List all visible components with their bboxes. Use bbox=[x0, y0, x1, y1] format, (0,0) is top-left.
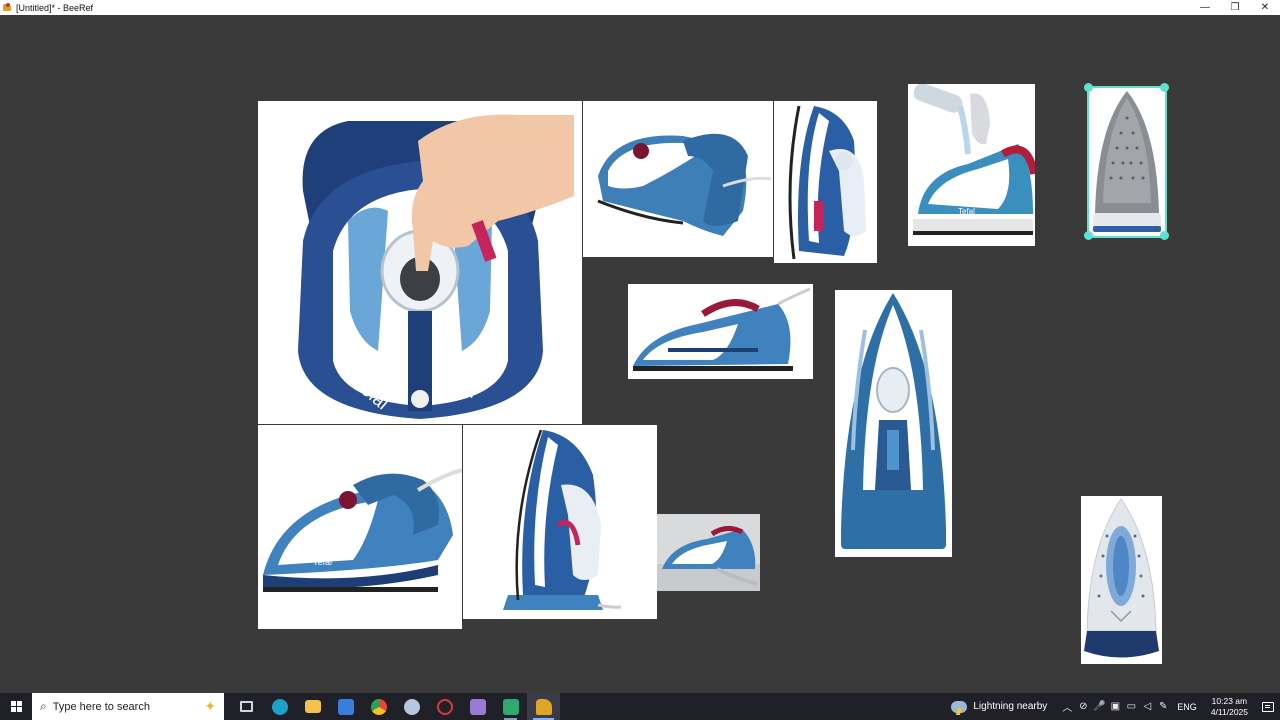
app-tool-button[interactable] bbox=[461, 693, 494, 720]
image-iron-standing[interactable] bbox=[463, 425, 657, 619]
edge-button[interactable] bbox=[263, 693, 296, 720]
image-iron-in-use[interactable] bbox=[657, 514, 760, 591]
network-icon[interactable]: ▭ bbox=[1123, 693, 1139, 720]
clock-date: 4/11/2025 bbox=[1210, 706, 1248, 717]
image-iron-soleplate-grey[interactable] bbox=[1087, 86, 1167, 238]
window-controls: — ❐ ✕ bbox=[1190, 0, 1280, 15]
store-icon bbox=[337, 698, 354, 715]
app-m-button[interactable] bbox=[494, 693, 527, 720]
minimize-button[interactable]: — bbox=[1190, 0, 1220, 15]
image-iron-angled-left[interactable] bbox=[583, 101, 773, 257]
close-button[interactable]: ✕ bbox=[1250, 0, 1280, 15]
pen-icon[interactable]: ✎ bbox=[1155, 693, 1171, 720]
start-button[interactable] bbox=[0, 693, 32, 720]
file-explorer-button[interactable] bbox=[296, 693, 329, 720]
search-placeholder: Type here to search bbox=[52, 700, 150, 713]
app-tool-icon bbox=[469, 698, 486, 715]
weather-text: Lightning nearby bbox=[973, 701, 1048, 712]
taskbar-search[interactable]: ⌕ Type here to search ✦ bbox=[32, 693, 224, 720]
notifications-button[interactable] bbox=[1256, 693, 1280, 720]
selection-handle-top-left[interactable] bbox=[1084, 83, 1093, 92]
svg-text:Tefal: Tefal bbox=[313, 557, 332, 567]
volume-icon[interactable]: ◁ bbox=[1139, 693, 1155, 720]
microphone-icon[interactable]: 🎤 bbox=[1091, 693, 1107, 720]
chrome-button[interactable] bbox=[362, 693, 395, 720]
display-icon[interactable]: ▣ bbox=[1107, 693, 1123, 720]
edge-icon bbox=[271, 698, 288, 715]
selection-handle-top-right[interactable] bbox=[1160, 83, 1169, 92]
title-bar: [Untitled]* - BeeRef — ❐ ✕ bbox=[0, 0, 1280, 15]
image-iron-perspective[interactable]: Tefal bbox=[258, 425, 462, 629]
steam-iron-image bbox=[657, 514, 760, 591]
steam-iron-image bbox=[628, 284, 813, 379]
file-explorer-icon bbox=[304, 700, 321, 713]
system-tray: Lightning nearby ︿ ⊘ 🎤 ▣ ▭ ◁ ✎ ENG 10:23… bbox=[951, 693, 1280, 720]
show-hidden-icons-chevron-up-icon[interactable]: ︿ bbox=[1059, 693, 1075, 720]
task-view-button[interactable] bbox=[230, 693, 263, 720]
weather-widget[interactable]: Lightning nearby bbox=[951, 700, 1048, 713]
beeref-icon bbox=[535, 698, 552, 715]
image-iron-refill-closeup[interactable]: Tefal Tefal bbox=[258, 101, 582, 424]
notification-icon bbox=[1262, 701, 1274, 712]
network-muted-icon[interactable]: ⊘ bbox=[1075, 693, 1091, 720]
steam-iron-image bbox=[835, 290, 952, 557]
soleplate-image bbox=[1089, 88, 1165, 236]
app-red-icon bbox=[436, 698, 453, 715]
window-title: [Untitled]* - BeeRef bbox=[16, 2, 94, 13]
steam-iron-image: Tefal bbox=[908, 84, 1035, 246]
taskbar: ⌕ Type here to search ✦ Lightning nearby… bbox=[0, 693, 1280, 720]
steam-iron-image bbox=[463, 425, 657, 619]
language-indicator[interactable]: ENG bbox=[1177, 702, 1197, 712]
clock[interactable]: 10:23 am 4/11/2025 bbox=[1211, 696, 1248, 718]
steam-iron-top-view-image: Tefal Tefal bbox=[258, 101, 582, 424]
reference-canvas[interactable]: Tefal Tefal Tefal Tefal bbox=[0, 15, 1280, 693]
soleplate-image bbox=[1081, 496, 1162, 664]
image-iron-upright-side[interactable] bbox=[774, 101, 877, 263]
sparkle-icon: ✦ bbox=[204, 698, 216, 714]
selection-handle-bottom-left[interactable] bbox=[1084, 231, 1093, 240]
restore-button[interactable]: ❐ bbox=[1220, 0, 1250, 15]
task-view-icon bbox=[240, 701, 253, 712]
search-icon: ⌕ bbox=[40, 699, 47, 713]
clock-time: 10:23 am bbox=[1211, 695, 1248, 706]
weather-lightning-icon bbox=[951, 700, 968, 713]
chrome-icon bbox=[370, 698, 387, 715]
windows-logo-icon bbox=[10, 701, 22, 712]
app-icon bbox=[403, 698, 420, 715]
image-iron-side-view[interactable] bbox=[628, 284, 813, 379]
steam-iron-image bbox=[774, 101, 877, 263]
store-button[interactable] bbox=[329, 693, 362, 720]
svg-text:Tefal: Tefal bbox=[958, 207, 975, 216]
beeref-app-icon bbox=[3, 3, 12, 12]
beeref-button[interactable] bbox=[527, 693, 560, 720]
image-iron-soleplate-blue[interactable] bbox=[1081, 496, 1162, 664]
app-red-button[interactable] bbox=[428, 693, 461, 720]
steam-iron-image bbox=[583, 101, 773, 257]
image-iron-top-view[interactable] bbox=[835, 290, 952, 557]
steam-iron-image: Tefal bbox=[258, 425, 462, 629]
app-m-icon bbox=[502, 698, 519, 715]
image-iron-water-pour[interactable]: Tefal bbox=[908, 84, 1035, 246]
taskbar-apps bbox=[230, 693, 560, 720]
app-button[interactable] bbox=[395, 693, 428, 720]
selection-handle-bottom-right[interactable] bbox=[1160, 231, 1169, 240]
